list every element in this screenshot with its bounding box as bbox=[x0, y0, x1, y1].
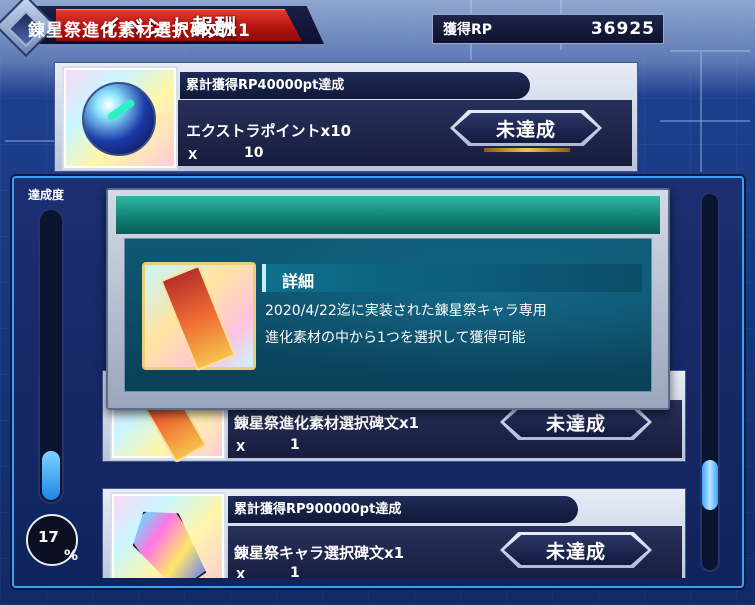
status-label-top: 未達成 bbox=[495, 118, 556, 141]
inscription-ticket-icon bbox=[142, 262, 256, 372]
detail-heading-bar bbox=[262, 264, 642, 292]
progress-bar bbox=[38, 208, 64, 504]
detail-description: 2020/4/22迄に実装された錬星祭キャラ専用 進化素材の中から1つを選択して… bbox=[265, 298, 655, 352]
status-underline-top bbox=[484, 148, 570, 152]
orb-with-key-icon bbox=[62, 66, 178, 170]
reward-qty-x-top: X bbox=[188, 148, 198, 162]
rp-value: 36925 bbox=[590, 19, 655, 39]
reward-condition-top: 累計獲得RP40000pt達成 bbox=[180, 72, 530, 99]
detail-line-2: 進化素材の中から1つを選択して獲得可能 bbox=[265, 330, 526, 346]
detail-heading: 詳細 bbox=[282, 272, 315, 291]
list-item-name: 錬星祭進化素材選択碑文x1 bbox=[234, 414, 420, 432]
list-item-qty: 1 bbox=[290, 437, 300, 453]
list-item-qty-x: X bbox=[236, 440, 246, 454]
status-button-item-2-inner: 未達成 bbox=[504, 535, 648, 565]
list-item-qty-x: X bbox=[236, 568, 246, 578]
crystal-inscription-icon bbox=[110, 492, 226, 578]
status-button-item-1-inner: 未達成 bbox=[504, 407, 648, 437]
progress-bar-fill bbox=[42, 451, 60, 500]
reward-item-name-top: エクストラポイントx10 bbox=[186, 122, 352, 140]
status-label-item-1: 未達成 bbox=[545, 412, 606, 435]
list-item-name: 錬星祭キャラ選択碑文x1 bbox=[234, 544, 405, 562]
rp-label: 獲得RP bbox=[443, 22, 493, 38]
progress-label: 達成度 bbox=[28, 188, 65, 202]
progress-value: 17 bbox=[38, 528, 59, 546]
rp-counter: 獲得RP 36925 bbox=[432, 14, 664, 44]
status-label-item-2: 未達成 bbox=[545, 540, 606, 563]
status-button-top-inner: 未達成 bbox=[454, 113, 598, 143]
list-item-condition: 累計獲得RP900000pt達成 bbox=[228, 496, 578, 523]
scrollbar-thumb[interactable] bbox=[702, 460, 718, 510]
popup-header bbox=[116, 196, 660, 236]
status-button-item-2[interactable]: 未達成 bbox=[500, 532, 652, 568]
detail-line-1: 2020/4/22迄に実装された錬星祭キャラ専用 bbox=[265, 303, 547, 319]
list-item-qty: 1 bbox=[290, 565, 300, 578]
status-button-top[interactable]: 未達成 bbox=[450, 110, 602, 146]
progress-unit: % bbox=[64, 548, 79, 564]
scrollbar-track[interactable] bbox=[700, 192, 720, 572]
popup-title: 錬星祭進化素材選択碑文x1 bbox=[28, 21, 251, 41]
reward-qty-top: 10 bbox=[244, 145, 264, 161]
